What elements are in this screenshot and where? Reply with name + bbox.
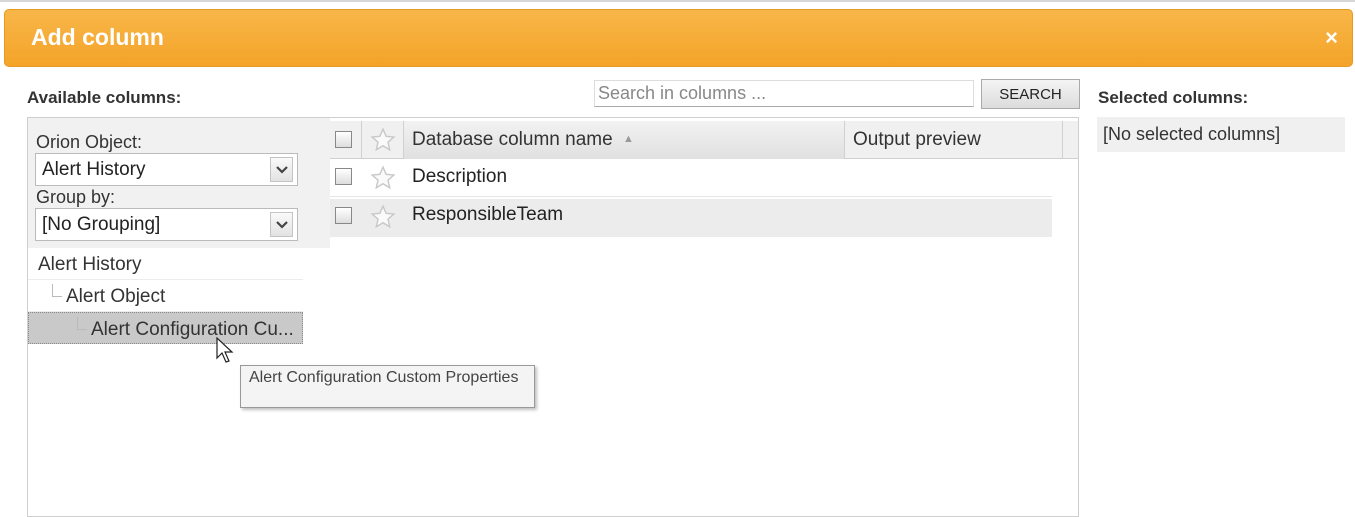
column-header-output-preview[interactable]: Output preview (845, 121, 1063, 159)
tree-item-alert-history[interactable]: Alert History (28, 248, 303, 280)
chevron-down-icon[interactable] (270, 157, 293, 182)
row-column-name: Description (412, 166, 508, 187)
tree-item-label: Alert Object (66, 286, 166, 307)
table-row[interactable]: Description (330, 159, 1052, 197)
group-by-label: Group by: (36, 187, 116, 207)
tree-item-alert-configuration[interactable]: Alert Configuration Cu... (28, 312, 303, 344)
close-icon[interactable]: × (1325, 27, 1338, 49)
dialog-title: Add column (31, 24, 164, 50)
favorite-header-cell (362, 121, 404, 159)
column-header-label: Database column name (412, 129, 613, 150)
tree-connector (77, 317, 87, 330)
row-checkbox[interactable] (335, 207, 352, 224)
available-columns-label: Available columns: (27, 88, 182, 107)
row-checkbox[interactable] (335, 168, 352, 185)
add-column-dialog: Add column × Available columns: SEARCH S… (0, 0, 1355, 517)
columns-grid-header: Database column name ▲ Output preview (330, 121, 1078, 159)
search-button[interactable]: SEARCH (981, 79, 1080, 109)
selected-columns-list: [No selected columns] (1097, 117, 1345, 152)
column-header-label: Output preview (853, 129, 981, 150)
select-all-checkbox[interactable] (335, 131, 352, 148)
tree-item-label: Alert Configuration Cu... (91, 319, 294, 340)
selected-columns-label: Selected columns: (1098, 88, 1249, 107)
sort-ascending-icon: ▲ (623, 133, 634, 145)
object-tree: Alert History Alert Object Alert Configu… (28, 248, 303, 344)
mouse-pointer-icon (216, 337, 234, 363)
tree-item-alert-object[interactable]: Alert Object (28, 280, 303, 312)
column-header-database-name[interactable]: Database column name ▲ (404, 121, 845, 159)
row-column-name: ResponsibleTeam (412, 204, 564, 225)
star-icon[interactable] (370, 204, 396, 230)
chevron-down-icon[interactable] (270, 212, 293, 237)
dialog-titlebar[interactable]: Add column × (4, 9, 1353, 67)
table-row[interactable]: ResponsibleTeam (330, 199, 1052, 237)
star-icon[interactable] (370, 127, 396, 153)
orion-object-value: Alert History (42, 159, 146, 180)
tree-connector (52, 284, 62, 297)
star-icon[interactable] (370, 165, 396, 191)
tree-item-label: Alert History (38, 254, 142, 275)
search-input[interactable] (594, 80, 974, 107)
orion-object-select[interactable]: Alert History (35, 153, 298, 186)
select-all-cell (330, 121, 362, 159)
group-by-value: [No Grouping] (42, 214, 161, 235)
tree-item-tooltip: Alert Configuration Custom Properties (240, 365, 535, 408)
orion-object-label: Orion Object: (36, 132, 143, 152)
group-by-select[interactable]: [No Grouping] (35, 208, 298, 241)
